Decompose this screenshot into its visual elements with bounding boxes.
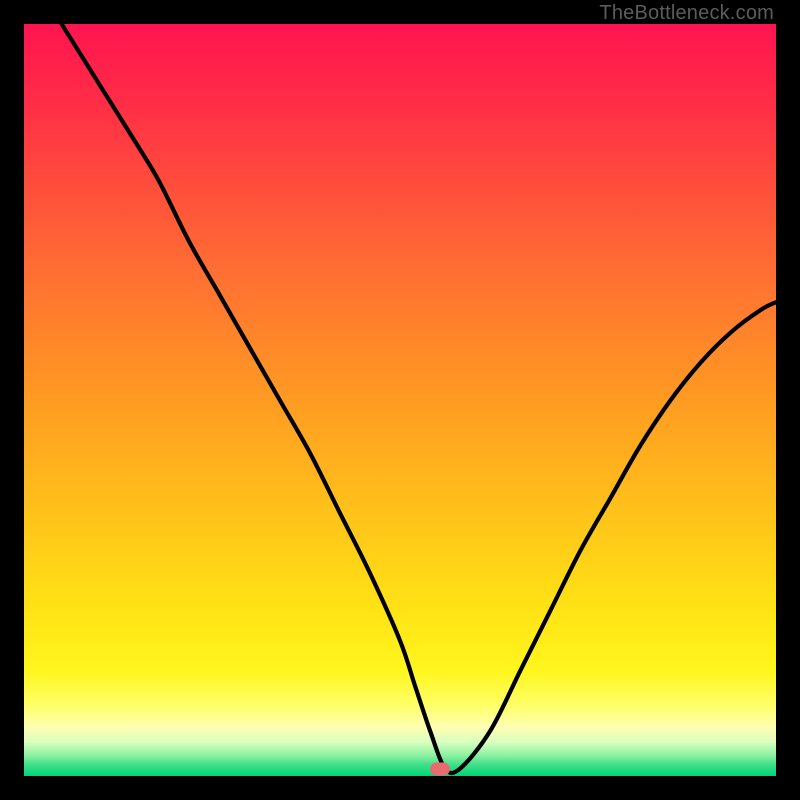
bottleneck-curve [24,24,776,776]
plot-area [24,24,776,776]
optimal-marker [430,763,450,776]
watermark-text: TheBottleneck.com [599,2,774,25]
chart-frame: TheBottleneck.com [0,0,800,800]
